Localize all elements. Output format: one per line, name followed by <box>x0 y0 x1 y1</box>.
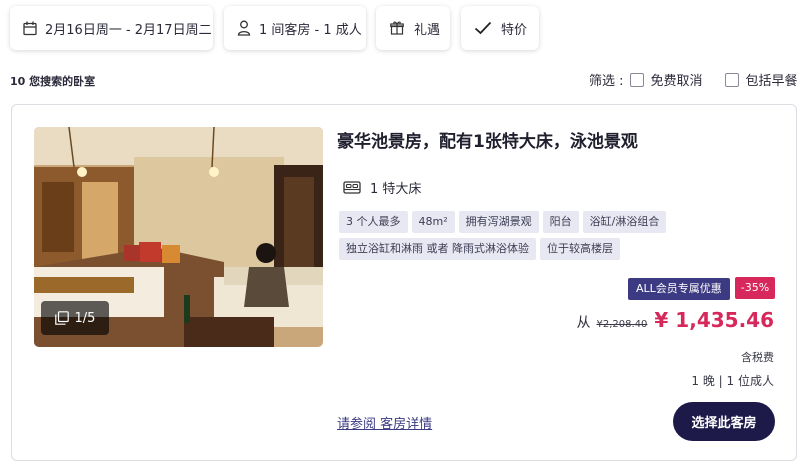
amenity-tag: 拥有泻湖景观 <box>458 211 539 233</box>
discount-badge: -35% <box>735 277 775 299</box>
dates-chip[interactable]: 2月16日周一 - 2月17日周二 <box>10 6 213 50</box>
tax-note: 含税费 <box>741 351 774 364</box>
free-cancellation-checkbox[interactable] <box>629 72 644 87</box>
offers-chip[interactable]: 礼遇 <box>376 6 450 50</box>
photo-counter-label: 1/5 <box>74 310 96 326</box>
guests-label: 1 间客房 - 1 成人 <box>259 22 362 38</box>
amenity-tag: 3 个人最多 <box>339 211 408 233</box>
person-icon <box>237 20 251 36</box>
select-room-button[interactable]: 选择此客房 <box>673 402 775 441</box>
current-price: ¥ 1,435.46 <box>654 308 774 332</box>
price-row: 从 ¥2,208.40 ¥ 1,435.46 <box>577 308 774 332</box>
filter-label: 筛选 : <box>589 74 624 89</box>
breakfast-checkbox[interactable] <box>724 72 739 87</box>
photo-counter[interactable]: 1/5 <box>41 301 109 335</box>
free-cancellation-label: 免费取消 <box>650 74 703 89</box>
bed-label: 1 特大床 <box>370 182 422 197</box>
stay-info: 1 晚 | 1 位成人 <box>691 374 774 388</box>
amenity-tag: 48m² <box>411 211 455 233</box>
calendar-icon <box>23 21 37 36</box>
breakfast-label: 包括早餐 <box>745 74 798 89</box>
filter-breakfast[interactable]: 包括早餐 <box>724 70 798 89</box>
offers-label: 礼遇 <box>414 22 441 38</box>
amenity-tag: 浴缸/淋浴组合 <box>582 211 667 233</box>
room-card: 1/5 豪华池景房，配有1张特大床，泳池景观 1 特大床 3 个人最多 48m²… <box>11 104 797 461</box>
amenity-tag: 阳台 <box>542 211 579 233</box>
bed-icon <box>343 180 361 195</box>
room-title: 豪华池景房，配有1张特大床，泳池景观 <box>337 132 638 152</box>
original-price: ¥2,208.40 <box>596 319 648 330</box>
checkmark-icon <box>474 21 492 35</box>
amenity-tag: 位于较高楼层 <box>540 238 620 260</box>
filter-bar: 筛选 : 免费取消 包括早餐 <box>589 70 798 89</box>
deals-label: 特价 <box>501 22 528 38</box>
guests-chip[interactable]: 1 间客房 - 1 成人 <box>224 6 366 50</box>
results-count: 10 您搜索的卧室 <box>10 75 96 88</box>
dates-label: 2月16日周一 - 2月17日周二 <box>45 22 212 38</box>
gift-icon <box>390 21 404 35</box>
filter-free-cancellation[interactable]: 免费取消 <box>629 70 703 89</box>
amenity-tags: 3 个人最多 48m² 拥有泻湖景观 阳台 浴缸/淋浴组合 独立浴缸和淋雨 或者… <box>339 211 679 260</box>
member-offer-badge: ALL会员专属优惠 <box>628 278 730 300</box>
deals-chip[interactable]: 特价 <box>461 6 539 50</box>
gallery-icon <box>54 311 69 325</box>
bed-info: 1 特大床 <box>343 178 421 197</box>
room-details-link[interactable]: 请参阅 客房详情 <box>337 413 432 432</box>
room-photo[interactable]: 1/5 <box>34 127 323 347</box>
amenity-tag: 独立浴缸和淋雨 或者 降雨式淋浴体验 <box>339 238 536 260</box>
price-from-label: 从 <box>576 315 591 331</box>
